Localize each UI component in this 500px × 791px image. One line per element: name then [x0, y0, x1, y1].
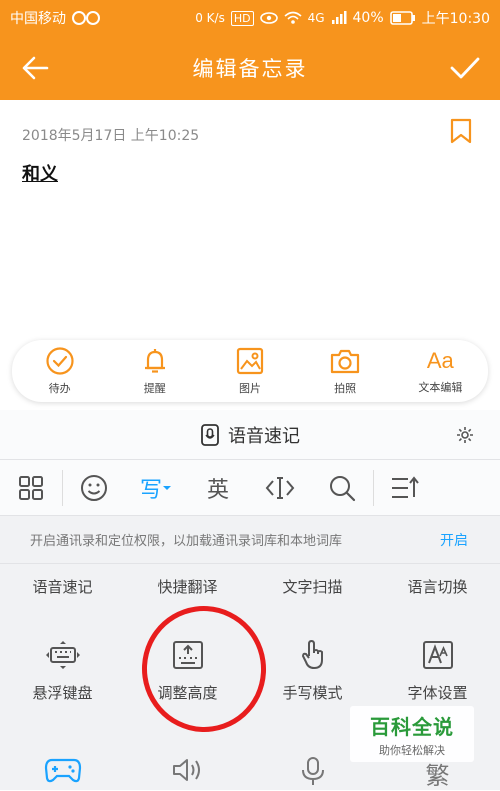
- cursor-button[interactable]: [249, 460, 311, 516]
- enable-permission-button[interactable]: 开启: [440, 530, 468, 550]
- camera-label: 拍照: [334, 382, 357, 395]
- smiley-icon: [81, 474, 107, 501]
- signal-icon: [331, 11, 347, 24]
- bell-icon: [144, 349, 165, 373]
- permission-notice: 开启通讯录和定位权限，以加载通讯录词库和本地词库 开启: [0, 516, 500, 564]
- font-settings-label: 字体设置: [407, 684, 468, 702]
- microphone-note-icon: [201, 423, 219, 446]
- handwriting-label: 手写模式: [282, 684, 343, 702]
- network-type: 4G: [307, 11, 325, 25]
- page-title: 编辑备忘录: [192, 57, 308, 81]
- bookmark-button[interactable]: [450, 118, 472, 148]
- gear-icon[interactable]: [456, 426, 474, 444]
- voice-note-bar[interactable]: 语音速记: [0, 410, 500, 460]
- microphone-icon: [301, 757, 324, 785]
- clock: 上午10:30: [421, 11, 490, 27]
- caret-down-icon: [163, 485, 171, 490]
- image-button[interactable]: 图片: [210, 346, 290, 396]
- note-toolbar: 待办 提醒 图片 拍照 Aa 文本编辑: [12, 340, 488, 402]
- emoji-button[interactable]: [63, 460, 125, 516]
- search-icon: [330, 475, 356, 501]
- text-scan-option[interactable]: 文字扫描: [250, 564, 375, 610]
- language-switch-option[interactable]: 语言切换: [375, 564, 500, 610]
- status-bar: 中国移动 0 K/s HD 4G 40% 上午10:30: [0, 0, 500, 36]
- reminder-label: 提醒: [143, 382, 166, 395]
- collapse-icon: [392, 475, 419, 498]
- voice-note-option[interactable]: 语音速记: [0, 564, 125, 610]
- write-label: 写: [139, 477, 162, 503]
- watermark-subtitle: 助你轻松解决: [379, 743, 445, 757]
- todo-button[interactable]: 待办: [20, 346, 100, 396]
- wifi-icon: [284, 11, 302, 24]
- gamepad-icon: [44, 758, 81, 783]
- game-keyboard-button[interactable]: [0, 720, 125, 790]
- text-format-button[interactable]: Aa 文本编辑: [400, 347, 480, 395]
- text-format-icon: Aa: [426, 348, 454, 373]
- voice-note-label: 语音速记: [228, 425, 300, 447]
- floating-keyboard-button[interactable]: 悬浮键盘: [0, 610, 125, 720]
- arrow-left-icon: [22, 56, 49, 80]
- image-icon: [236, 347, 264, 375]
- menu-grid-button[interactable]: [0, 460, 62, 516]
- todo-check-icon: [45, 347, 74, 375]
- check-icon: [450, 57, 480, 79]
- sound-button[interactable]: [125, 720, 250, 790]
- floating-keyboard-icon: [45, 641, 80, 669]
- grid-icon: [19, 475, 43, 500]
- carrier-label: 中国移动: [10, 11, 66, 27]
- bookmark-icon: [450, 118, 472, 144]
- camera-button[interactable]: 拍照: [305, 346, 385, 396]
- font-settings-icon: [422, 641, 453, 669]
- todo-label: 待办: [48, 382, 71, 395]
- quick-translate-option[interactable]: 快捷翻译: [125, 564, 250, 610]
- text-format-label: 文本编辑: [418, 381, 463, 394]
- write-mode-button[interactable]: 写: [125, 460, 187, 516]
- camera-icon: [331, 349, 360, 374]
- hd-icon: HD: [230, 10, 254, 26]
- image-label: 图片: [238, 382, 261, 395]
- keyboard-toolbar: 写 英: [0, 460, 500, 516]
- speaker-icon: [172, 759, 200, 781]
- net-speed: 0 K/s: [195, 11, 225, 25]
- collapse-keyboard-button[interactable]: [374, 460, 436, 516]
- reminder-button[interactable]: 提醒: [115, 346, 195, 396]
- eye-icon: [259, 12, 278, 24]
- app-bar: 编辑备忘录: [0, 36, 500, 100]
- note-content[interactable]: 和义: [22, 160, 58, 186]
- note-date: 2018年5月17日 上午10:25: [22, 128, 200, 144]
- notice-text: 开启通讯录和定位权限，以加载通讯录词库和本地词库: [30, 534, 343, 549]
- back-button[interactable]: [0, 54, 70, 82]
- search-button[interactable]: [311, 460, 373, 516]
- handwriting-icon: [301, 640, 323, 669]
- save-button[interactable]: [430, 56, 500, 80]
- floating-keyboard-label: 悬浮键盘: [32, 684, 93, 702]
- text-cursor-icon: [265, 476, 295, 499]
- watermark: 百科全说 助你轻松解决: [350, 706, 474, 762]
- notification-icon: [72, 11, 100, 25]
- handwriting-button[interactable]: 手写模式: [250, 610, 375, 720]
- font-settings-button[interactable]: 字体设置: [375, 610, 500, 720]
- battery-percent: 40%: [352, 10, 384, 26]
- battery-icon: [389, 11, 415, 25]
- english-label: 英: [206, 477, 229, 503]
- watermark-title: 百科全说: [370, 714, 454, 739]
- english-button[interactable]: 英: [187, 460, 249, 516]
- function-row: 语音速记 快捷翻译 文字扫描 语言切换: [0, 564, 500, 610]
